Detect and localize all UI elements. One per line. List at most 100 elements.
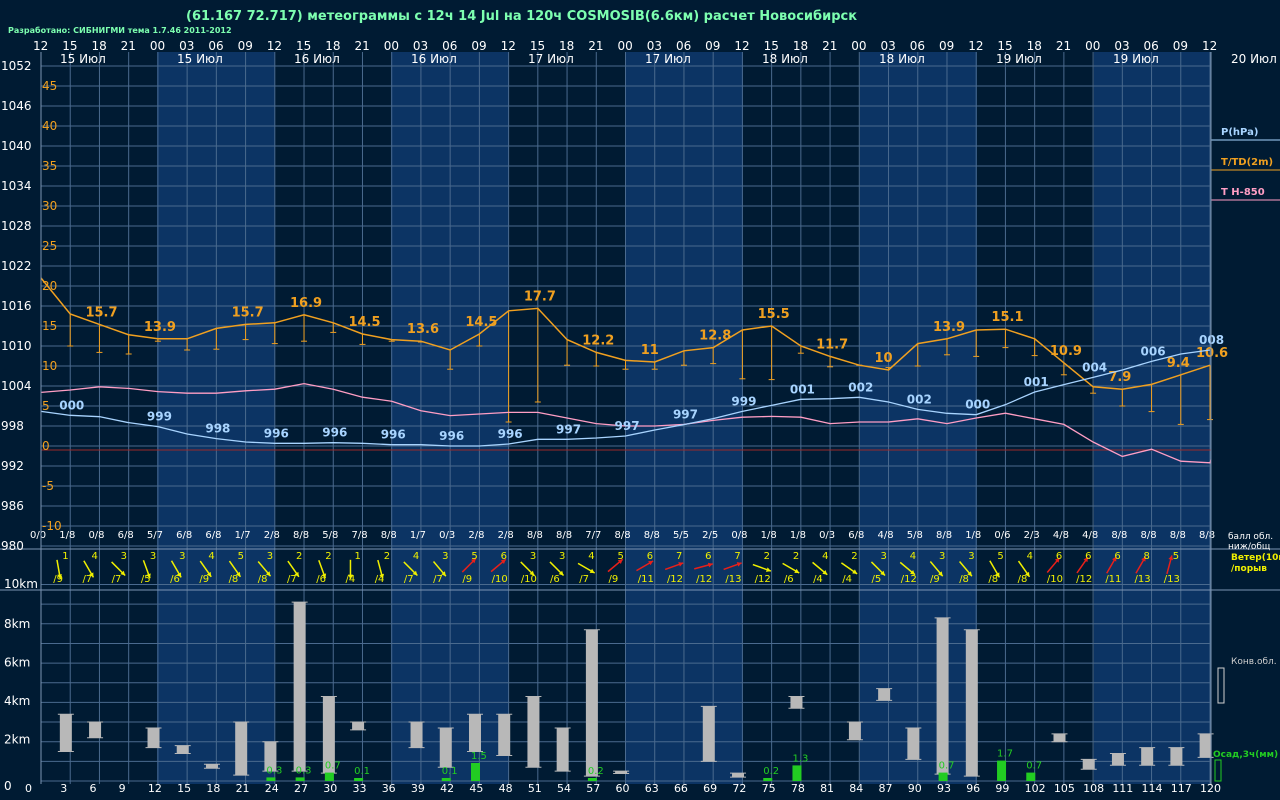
- temp-tick: 25: [42, 239, 57, 253]
- wind-gust-label: /13: [1164, 574, 1180, 585]
- hour-label: 06: [208, 39, 223, 53]
- precip-value-label: 0.3: [296, 765, 312, 776]
- cloud-cover-label: 0/6: [994, 530, 1010, 541]
- wind-speed-label: 6: [1085, 551, 1091, 562]
- temperature-value-label: 13.9: [144, 320, 176, 335]
- conv-cloud-title: Конв.обл.: [1231, 657, 1277, 667]
- wind-speed-label: 6: [1114, 551, 1120, 562]
- lead-hour-label: 63: [645, 782, 659, 795]
- lead-hour-label: 102: [1025, 782, 1046, 795]
- wind-speed-label: 6: [501, 551, 507, 562]
- pressure-value-label: 996: [381, 428, 406, 442]
- wind-gust-label: /13: [725, 574, 741, 585]
- cloud-cover-label: 8/8: [381, 530, 397, 541]
- convective-cloud-bar: [1053, 733, 1066, 742]
- precip-bar: [470, 763, 480, 781]
- temp-tick: 35: [42, 159, 57, 173]
- wind-gust-label: /8: [959, 574, 969, 585]
- wind-gust-label: /10: [492, 574, 508, 585]
- legend-label: P(hPa): [1221, 127, 1258, 138]
- pressure-tick: 1040: [1, 139, 32, 153]
- wind-speed-label: 6: [705, 551, 711, 562]
- pressure-tick: 992: [1, 459, 24, 473]
- convective-cloud-bar: [352, 722, 365, 730]
- lead-hour-label: 72: [732, 782, 746, 795]
- convective-cloud-bar: [1141, 747, 1154, 766]
- lead-hour-label: 93: [937, 782, 951, 795]
- cloud-cover-title: ниж/общ: [1228, 542, 1271, 552]
- precip-value-label: 1.3: [792, 753, 808, 764]
- hour-label: 03: [179, 39, 194, 53]
- lead-hour-label: 6: [89, 782, 96, 795]
- convective-cloud-bar: [293, 602, 306, 772]
- temperature-value-label: 15.7: [85, 305, 117, 320]
- temperature-value-label: 11.7: [816, 337, 848, 352]
- precip-value-label: 1.7: [997, 749, 1013, 760]
- wind-gust-label: /8: [988, 574, 998, 585]
- convective-cloud-bar: [936, 617, 949, 775]
- lead-hour-label: 81: [820, 782, 834, 795]
- precip-title: Осад,3ч(мм): [1213, 750, 1278, 760]
- pressure-value-label: 999: [731, 394, 756, 408]
- precip-bar: [997, 760, 1007, 781]
- precip-bar: [938, 772, 948, 781]
- precip-bar: [763, 778, 773, 781]
- convective-cloud-bar: [527, 696, 540, 768]
- wind-speed-label: 2: [325, 551, 331, 562]
- lead-hour-label: 84: [849, 782, 863, 795]
- wind-gust-label: /7: [112, 574, 122, 585]
- precip-value-label: 1.5: [471, 751, 487, 762]
- wind-gust-label: /4: [375, 574, 385, 585]
- wind-speed-label: 2: [793, 551, 799, 562]
- wind-gust-label: /6: [170, 574, 180, 585]
- wind-gust-label: /10: [521, 574, 537, 585]
- hour-label: 15: [296, 39, 311, 53]
- lead-hour-label: 66: [674, 782, 688, 795]
- wind-speed-label: 4: [413, 551, 419, 562]
- wind-title: /порыв: [1231, 564, 1267, 574]
- cloud-cover-label: 6/8: [848, 530, 864, 541]
- wind-gust-label: /5: [141, 574, 151, 585]
- cloud-cover-label: 5/8: [907, 530, 923, 541]
- lead-hour-label: 99: [995, 782, 1009, 795]
- legend-label: T/TD(2m): [1221, 157, 1273, 168]
- precip-value-label: 0.7: [1026, 761, 1042, 772]
- hour-label: 00: [851, 39, 866, 53]
- cloud-cover-label: 0/8: [731, 530, 747, 541]
- hour-label: 06: [910, 39, 925, 53]
- temperature-value-label: 11: [641, 343, 659, 358]
- lead-hour-label: 78: [791, 782, 805, 795]
- cloud-cover-label: 0/0: [30, 530, 46, 541]
- wind-speed-label: 7: [734, 551, 740, 562]
- lead-hour-label: 27: [294, 782, 308, 795]
- lead-hour-label: 96: [966, 782, 980, 795]
- convective-cloud-bar: [205, 764, 218, 769]
- temperature-value-label: 15.7: [232, 305, 264, 320]
- lead-hour-label: 39: [411, 782, 425, 795]
- cloud-cover-label: 1/7: [235, 530, 251, 541]
- hour-label: 21: [1056, 39, 1071, 53]
- lead-hour-label: 33: [352, 782, 366, 795]
- cloud-cover-label: 5/5: [673, 530, 689, 541]
- cloud-cover-label: 0/3: [439, 530, 455, 541]
- precip-value-label: 0.1: [442, 766, 458, 777]
- day-label: 19 Июл: [996, 52, 1042, 66]
- hour-label: 21: [121, 39, 136, 53]
- cloud-cover-label: 8/8: [936, 530, 952, 541]
- pressure-tick: 1028: [1, 219, 32, 233]
- wind-gust-label: /9: [53, 574, 63, 585]
- convective-cloud-bar: [235, 722, 248, 776]
- hour-label: 03: [881, 39, 896, 53]
- lead-hour-label: 111: [1112, 782, 1133, 795]
- cloud-cover-label: 6/8: [176, 530, 192, 541]
- wind-gust-label: /12: [901, 574, 917, 585]
- precip-bar: [354, 778, 364, 781]
- cloud-cover-label: 7/7: [585, 530, 601, 541]
- wind-gust-label: /6: [316, 574, 326, 585]
- height-tick: 8km: [4, 617, 30, 631]
- lead-hour-label: 24: [265, 782, 279, 795]
- day-label: 16 Июл: [294, 52, 340, 66]
- cloud-cover-title: балл обл.: [1228, 532, 1273, 542]
- chart-title: (61.167 72.717) метеограммы с 12ч 14 Jul…: [186, 9, 857, 24]
- wind-speed-label: 4: [910, 551, 916, 562]
